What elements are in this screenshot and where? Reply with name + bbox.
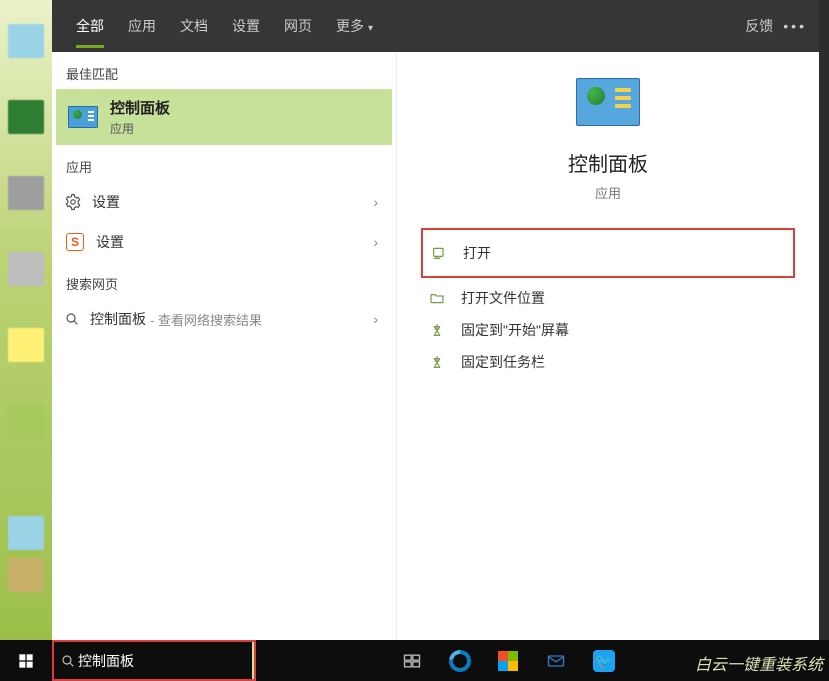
action-pin-start[interactable]: 固定到"开始"屏幕 [421, 314, 795, 346]
detail-sub: 应用 [397, 183, 819, 202]
feedback-link[interactable]: 反馈 [745, 16, 773, 36]
search-icon [64, 311, 80, 327]
twitter-icon[interactable]: 🐦 [592, 649, 616, 673]
action-open-location[interactable]: 打开文件位置 [421, 282, 795, 314]
chevron-right-icon: › [373, 234, 378, 250]
action-pin-taskbar[interactable]: 固定到任务栏 [421, 346, 795, 378]
results-column: 最佳匹配 控制面板 应用 应用 设置 › S [52, 52, 397, 640]
best-match-sub: 应用 [110, 120, 170, 137]
control-panel-icon [576, 78, 640, 126]
action-label: 固定到任务栏 [461, 352, 545, 372]
open-icon [431, 244, 449, 262]
mail-icon[interactable] [544, 649, 568, 673]
task-view-icon[interactable] [400, 649, 424, 673]
chevron-down-icon: ▾ [368, 23, 373, 34]
best-match-item[interactable]: 控制面板 应用 [56, 89, 392, 145]
taskbar: 🐦 [0, 640, 829, 681]
chevron-right-icon: › [373, 194, 378, 210]
section-apps: 应用 [52, 145, 396, 182]
edge-icon[interactable] [448, 649, 472, 673]
app-row-label: 设置 [92, 192, 120, 212]
gear-icon [64, 193, 82, 211]
folder-icon [429, 289, 447, 307]
section-web: 搜索网页 [52, 262, 396, 299]
app-row-settings-2[interactable]: S 设置 › [52, 222, 396, 262]
search-tabs: 全部 应用 文档 设置 网页 更多▾ 反馈 ••• [52, 0, 819, 52]
tab-documents[interactable]: 文档 [168, 0, 220, 52]
tab-settings[interactable]: 设置 [220, 0, 272, 52]
detail-title: 控制面板 [397, 148, 819, 177]
detail-column: 控制面板 应用 打开 打开文件位置 [397, 52, 819, 640]
taskbar-search-input[interactable] [76, 642, 261, 679]
action-label: 固定到"开始"屏幕 [461, 320, 569, 340]
pin-icon [429, 321, 447, 339]
best-match-title: 控制面板 [110, 97, 170, 118]
desktop-wallpaper-strip [0, 0, 52, 640]
tab-more[interactable]: 更多▾ [324, 0, 385, 52]
web-row-label: 控制面板 [90, 309, 146, 329]
section-best-match: 最佳匹配 [52, 52, 396, 89]
search-icon [60, 653, 76, 669]
action-label: 打开 [463, 243, 491, 263]
action-open[interactable]: 打开 [421, 228, 795, 278]
sogou-icon: S [64, 231, 86, 253]
tab-apps[interactable]: 应用 [116, 0, 168, 52]
action-label: 打开文件位置 [461, 288, 545, 308]
start-button[interactable] [0, 640, 52, 681]
store-icon[interactable] [496, 649, 520, 673]
tab-web[interactable]: 网页 [272, 0, 324, 52]
tab-all[interactable]: 全部 [64, 0, 116, 52]
control-panel-icon [68, 106, 98, 128]
pin-icon [429, 353, 447, 371]
app-row-settings-1[interactable]: 设置 › [52, 182, 396, 222]
taskbar-search-box[interactable] [52, 640, 254, 681]
app-row-label: 设置 [96, 232, 124, 252]
more-options-icon[interactable]: ••• [783, 18, 807, 34]
web-row-sub: - 查看网络搜索结果 [150, 310, 262, 329]
chevron-right-icon: › [373, 311, 378, 327]
web-row[interactable]: 控制面板 - 查看网络搜索结果 › [52, 299, 396, 339]
search-panel: 全部 应用 文档 设置 网页 更多▾ 反馈 ••• 最佳匹配 控制面板 应用 [52, 0, 819, 640]
